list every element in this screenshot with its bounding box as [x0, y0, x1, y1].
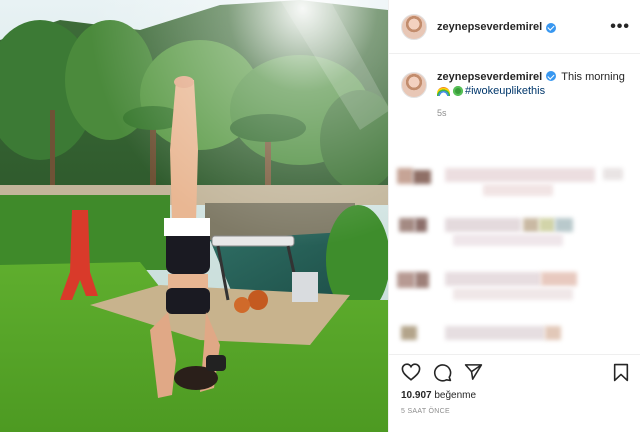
caption-timestamp: 5s	[437, 108, 447, 118]
heart-icon[interactable]	[401, 363, 421, 381]
post-image	[0, 0, 388, 432]
caption-username[interactable]: zeynepseverdemirel	[437, 71, 542, 83]
post-actions: 10.907 beğenme 5 SAAT ÖNCE	[389, 354, 640, 415]
more-icon[interactable]: •••	[610, 18, 630, 35]
comments-list	[389, 164, 640, 380]
verified-badge-icon	[546, 22, 557, 33]
list-item	[393, 164, 640, 218]
list-item	[393, 218, 640, 272]
post-caption: zeynepseverdemirel This morning #iwokeup…	[389, 54, 640, 164]
clover-emoji-icon	[453, 86, 463, 97]
comment-icon[interactable]	[433, 363, 452, 382]
post-timestamp: 5 SAAT ÖNCE	[401, 408, 450, 415]
list-item	[393, 272, 640, 326]
likes-count[interactable]: 10.907 beğenme	[401, 390, 629, 401]
hashtag-link[interactable]: #iwokeuplikethis	[465, 85, 545, 97]
bookmark-icon[interactable]	[613, 363, 629, 382]
likes-number: 10.907	[401, 390, 432, 401]
post-header: zeynepseverdemirel •••	[389, 0, 640, 54]
caption-text: This morning	[561, 71, 625, 83]
caption-avatar[interactable]	[401, 72, 427, 98]
post-side-panel: zeynepseverdemirel ••• zeynepseverdemire…	[388, 0, 640, 432]
caption-verified-badge-icon	[546, 71, 557, 81]
likes-label: beğenme	[434, 390, 477, 401]
paper-plane-icon[interactable]	[464, 363, 483, 381]
rainbow-emoji-icon	[437, 86, 450, 96]
post-photo[interactable]	[0, 0, 388, 432]
header-username[interactable]: zeynepseverdemirel	[437, 21, 542, 33]
avatar[interactable]	[401, 13, 427, 40]
